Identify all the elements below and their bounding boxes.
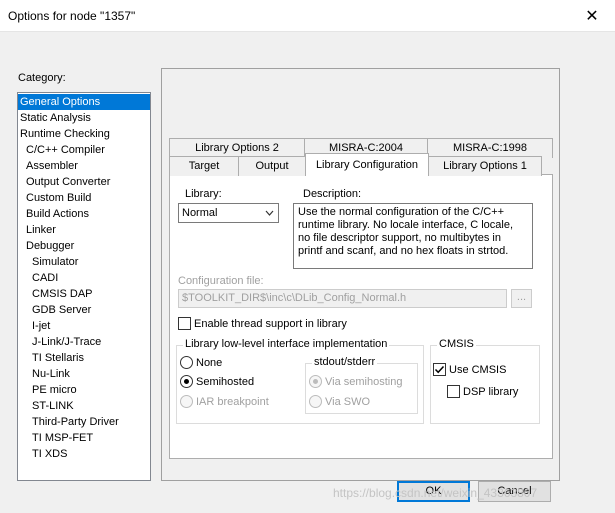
config-file-label: Configuration file: xyxy=(178,275,264,287)
cmsis-group-title: CMSIS xyxy=(437,338,476,350)
tab-misra-c-1998[interactable]: MISRA-C:1998 xyxy=(427,138,553,158)
low-level-group-title: Library low-level interface implementati… xyxy=(183,338,390,350)
category-item-ti-stellaris[interactable]: TI Stellaris xyxy=(18,350,150,366)
category-item-nu-link[interactable]: Nu-Link xyxy=(18,366,150,382)
category-item-jlink-jtrace[interactable]: J-Link/J-Trace xyxy=(18,334,150,350)
category-item-i-jet[interactable]: I-jet xyxy=(18,318,150,334)
use-cmsis-label: Use CMSIS xyxy=(449,364,507,376)
description-box: Use the normal configuration of the C/C+… xyxy=(293,203,533,269)
tab-library-configuration[interactable]: Library Configuration xyxy=(305,153,429,176)
close-icon[interactable]: ✕ xyxy=(569,0,615,31)
watermark: https://blog.csdn.net/weixin_43363807 xyxy=(333,486,538,500)
category-item-simulator[interactable]: Simulator xyxy=(18,254,150,270)
thread-support-label: Enable thread support in library xyxy=(194,318,347,330)
check-icon xyxy=(434,365,445,374)
category-item-pe-micro[interactable]: PE micro xyxy=(18,382,150,398)
category-item-third-party-driver[interactable]: Third-Party Driver xyxy=(18,414,150,430)
category-item-runtime-checking[interactable]: Runtime Checking xyxy=(18,126,150,142)
category-item-ti-msp-fet[interactable]: TI MSP-FET xyxy=(18,430,150,446)
radio-none-label: None xyxy=(196,357,223,369)
browse-button: ... xyxy=(511,289,532,308)
category-item-assembler[interactable]: Assembler xyxy=(18,158,150,174)
library-label: Library: xyxy=(185,188,222,200)
category-item-debugger[interactable]: Debugger xyxy=(18,238,150,254)
category-item-general-options[interactable]: General Options xyxy=(18,94,150,110)
category-item-st-link[interactable]: ST-LINK xyxy=(18,398,150,414)
category-item-cadi[interactable]: CADI xyxy=(18,270,150,286)
radio-iar-breakpoint-label: IAR breakpoint xyxy=(196,396,269,408)
title-bar: Options for node "1357" ✕ xyxy=(0,0,615,32)
chevron-down-icon xyxy=(265,204,274,228)
tab-library-options-2[interactable]: Library Options 2 xyxy=(169,138,305,158)
category-item-linker[interactable]: Linker xyxy=(18,222,150,238)
category-item-build-actions[interactable]: Build Actions xyxy=(18,206,150,222)
category-item-static-analysis[interactable]: Static Analysis xyxy=(18,110,150,126)
stdout-group-title: stdout/stderr xyxy=(312,356,378,368)
window-title: Options for node "1357" xyxy=(8,9,136,23)
category-list[interactable]: General Options Static Analysis Runtime … xyxy=(17,92,151,481)
tab-output[interactable]: Output xyxy=(238,156,306,176)
dsp-library-label: DSP library xyxy=(463,386,519,398)
radio-via-semihosting xyxy=(309,375,322,388)
category-item-output-converter[interactable]: Output Converter xyxy=(18,174,150,190)
library-select-value: Normal xyxy=(182,207,218,219)
category-item-cmsis-dap[interactable]: CMSIS DAP xyxy=(18,286,150,302)
dsp-library-checkbox[interactable] xyxy=(447,385,460,398)
radio-via-swo-label: Via SWO xyxy=(325,396,371,408)
radio-via-swo xyxy=(309,395,322,408)
category-item-ti-xds[interactable]: TI XDS xyxy=(18,446,150,462)
tab-library-options-1[interactable]: Library Options 1 xyxy=(428,156,542,176)
tab-target[interactable]: Target xyxy=(169,156,239,176)
radio-semihosted-label: Semihosted xyxy=(196,376,255,388)
radio-semihosted[interactable] xyxy=(180,375,193,388)
category-label: Category: xyxy=(18,72,66,84)
description-label: Description: xyxy=(303,188,362,200)
category-item-gdb-server[interactable]: GDB Server xyxy=(18,302,150,318)
radio-iar-breakpoint xyxy=(180,395,193,408)
config-file-input: $TOOLKIT_DIR$\inc\c\DLib_Config_Normal.h xyxy=(178,289,507,308)
library-select[interactable]: Normal xyxy=(178,203,279,223)
tab-row-front: Target Output Library Configuration Libr… xyxy=(169,153,542,176)
radio-via-semihosting-label: Via semihosting xyxy=(325,376,403,388)
use-cmsis-checkbox[interactable] xyxy=(433,363,446,376)
radio-none[interactable] xyxy=(180,356,193,369)
category-item-custom-build[interactable]: Custom Build xyxy=(18,190,150,206)
category-item-c-cpp-compiler[interactable]: C/C++ Compiler xyxy=(18,142,150,158)
thread-support-checkbox[interactable] xyxy=(178,317,191,330)
